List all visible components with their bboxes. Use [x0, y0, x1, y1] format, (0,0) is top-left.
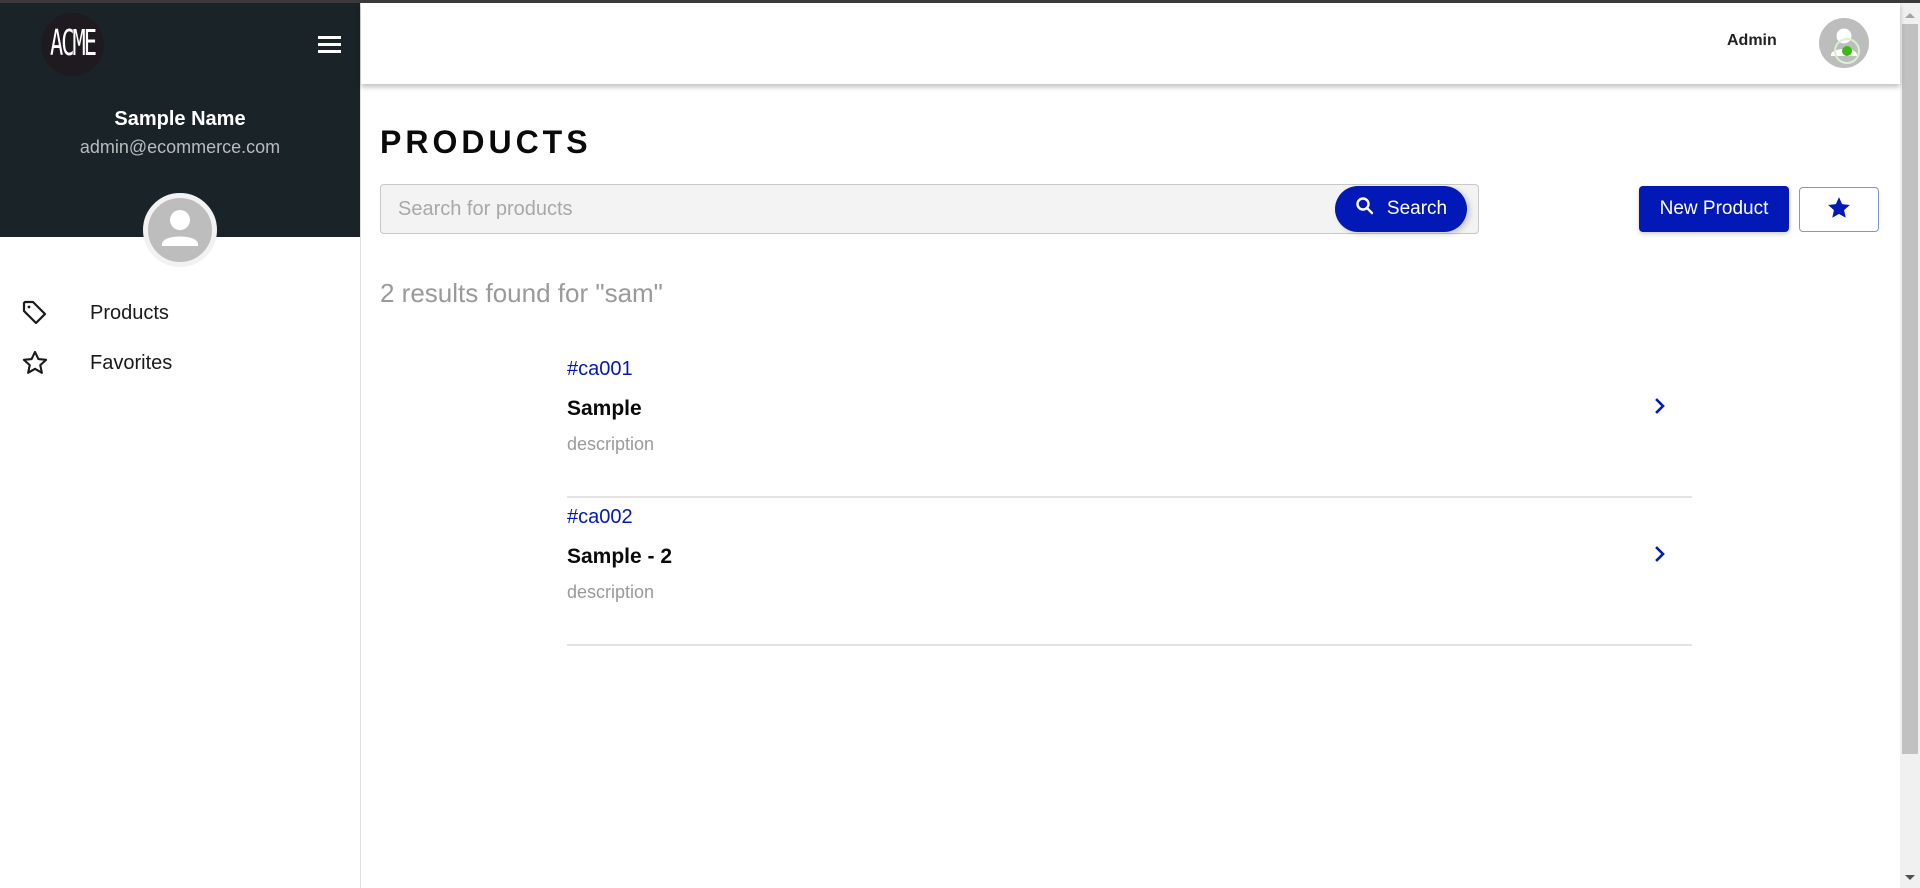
- tag-icon: [20, 298, 50, 328]
- star-filled-icon: [1826, 195, 1852, 224]
- product-description: description: [567, 434, 655, 454]
- search-bar: Search: [380, 184, 1479, 234]
- top-header: Admin: [361, 3, 1900, 84]
- user-email: admin@ecommerce.com: [79, 137, 281, 157]
- product-name: Sample: [567, 397, 642, 420]
- search-button[interactable]: Search: [1335, 186, 1467, 232]
- vertical-scrollbar[interactable]: [1900, 3, 1920, 888]
- logo-text: ACME: [50, 24, 97, 65]
- scroll-up-arrow-icon[interactable]: [1905, 13, 1915, 18]
- product-code[interactable]: #ca002: [567, 506, 633, 529]
- sidebar-item-favorites[interactable]: Favorites: [20, 343, 340, 383]
- search-button-label: Search: [1386, 198, 1448, 219]
- list-item[interactable]: #ca001 Sample description: [567, 350, 1692, 498]
- online-status-indicator: [1842, 46, 1852, 56]
- window-top-border: [0, 0, 1920, 3]
- product-code[interactable]: #ca001: [567, 358, 633, 381]
- product-name: Sample - 2: [567, 545, 673, 568]
- user-avatar-icon[interactable]: [143, 193, 217, 267]
- new-product-button[interactable]: New Product: [1639, 186, 1789, 232]
- acme-logo[interactable]: ACME: [41, 13, 104, 76]
- user-name: Sample Name: [114, 108, 246, 130]
- search-input[interactable]: [381, 185, 1321, 233]
- hamburger-menu-icon[interactable]: [316, 33, 342, 55]
- sidebar-item-label: Products: [90, 301, 169, 324]
- scrollbar-thumb[interactable]: [1902, 24, 1918, 754]
- sidebar-item-products[interactable]: Products: [20, 293, 340, 333]
- chevron-right-icon[interactable]: [1653, 395, 1669, 417]
- sidebar-item-label: Favorites: [90, 351, 173, 374]
- results-summary: 2 results found for "sam": [380, 278, 663, 308]
- chevron-right-icon[interactable]: [1653, 543, 1669, 565]
- star-outline-icon: [20, 348, 50, 378]
- current-user-label[interactable]: Admin: [1727, 32, 1777, 50]
- favorites-filter-button[interactable]: [1799, 187, 1879, 232]
- sidebar: ACME Sample Name admin@ecommerce.com Pro…: [0, 0, 361, 888]
- results-list: #ca001 Sample description #ca002 Sample …: [567, 350, 1692, 646]
- search-icon: [1355, 196, 1375, 222]
- list-item[interactable]: #ca002 Sample - 2 description: [567, 498, 1692, 646]
- page-title: PRODUCTS: [380, 124, 592, 160]
- scroll-down-arrow-icon[interactable]: [1905, 875, 1915, 880]
- product-description: description: [567, 582, 655, 602]
